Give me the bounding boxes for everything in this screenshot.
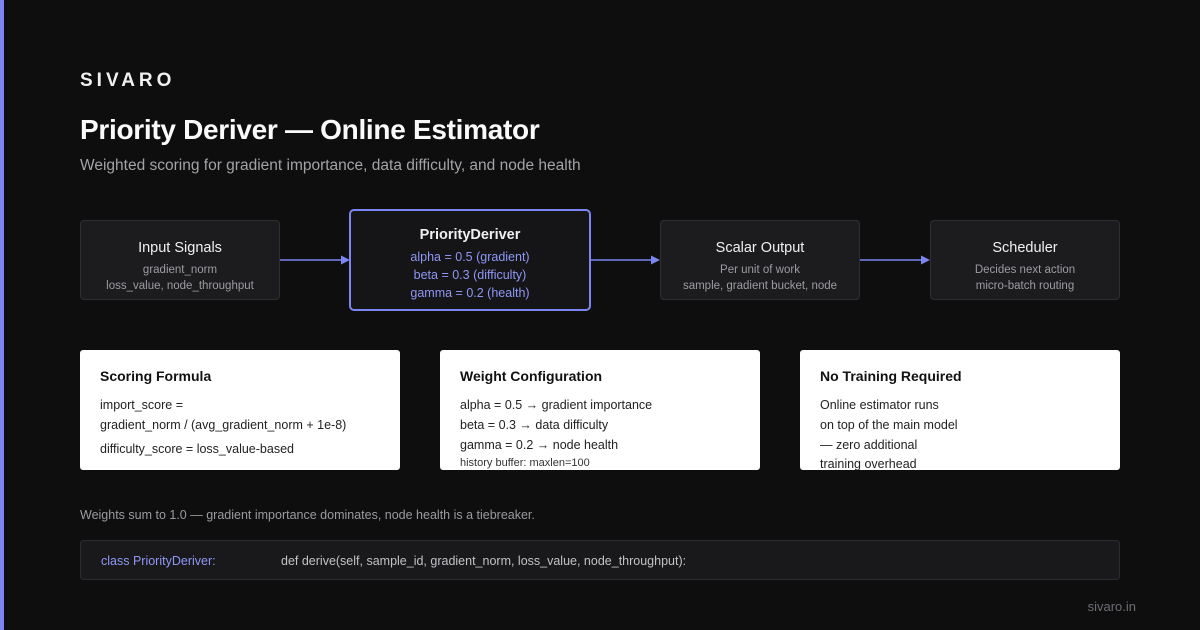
priority-deriver-box: PriorityDeriver alpha = 0.5 (gradient) b… — [349, 209, 591, 311]
scalar-output-box: Scalar Output Per unit of work sample, g… — [660, 220, 860, 300]
formula-line: difficulty_score = loss_value-based — [100, 442, 294, 456]
training-line: on top of the main model — [820, 418, 958, 432]
scheduler-box: Scheduler Decides next action micro-batc… — [930, 220, 1120, 300]
page-subtitle: Weighted scoring for gradient importance… — [80, 157, 581, 174]
input-signals-box: Input Signals gradient_norm loss_value, … — [80, 220, 280, 300]
no-training-card: No Training Required Online estimator ru… — [800, 350, 1120, 470]
history-buffer-line: history buffer: maxlen=100 — [460, 457, 590, 469]
weight-line: alpha = 0.5 → gradient importance — [460, 398, 653, 412]
class-declaration: class PriorityDeriver: — [101, 554, 216, 568]
weight-line: gamma = 0.2 → node health — [460, 438, 619, 452]
gamma-weight-line: gamma = 0.2 (health) — [410, 286, 530, 300]
weight-line: beta = 0.3 → data difficulty — [460, 418, 609, 432]
weight-configuration-card: Weight Configuration alpha = 0.5 → gradi… — [440, 350, 760, 470]
input-signals-line: gradient_norm — [142, 264, 218, 276]
brand-logo-text: SIVARO — [80, 70, 176, 91]
scheduler-line: micro-batch routing — [975, 280, 1075, 292]
scoring-formula-title: Scoring Formula — [100, 368, 212, 384]
scheduler-line: Decides next action — [974, 264, 1076, 276]
formula-line: gradient_norm / (avg_gradient_norm + 1e-… — [100, 418, 347, 432]
code-snippet: class PriorityDeriver: def derive(self, … — [80, 540, 1120, 580]
formula-line: import_score = — [100, 398, 184, 412]
training-line: training overhead — [820, 457, 917, 470]
scalar-output-title: Scalar Output — [715, 240, 805, 256]
input-signals-line: loss_value, node_throughput — [106, 280, 254, 292]
no-training-title: No Training Required — [820, 368, 962, 384]
flow-arrows — [280, 255, 930, 265]
scoring-formula-card: Scoring Formula import_score = gradient_… — [80, 350, 400, 470]
training-line: Online estimator runs — [820, 398, 939, 412]
priority-deriver-title: PriorityDeriver — [419, 227, 521, 243]
page-title: Priority Deriver — Online Estimator — [80, 114, 540, 145]
weight-configuration-title: Weight Configuration — [460, 368, 603, 384]
arrowhead-deriver-to-output — [651, 255, 660, 265]
arrowhead-output-to-scheduler — [921, 255, 930, 265]
beta-weight-line: beta = 0.3 (difficulty) — [413, 268, 527, 282]
training-line: — zero additional — [820, 438, 918, 452]
weights-note: Weights sum to 1.0 — gradient importance… — [80, 508, 535, 522]
footer-url: sivaro.in — [1087, 599, 1136, 614]
alpha-weight-line: alpha = 0.5 (gradient) — [410, 250, 530, 264]
method-signature: def derive(self, sample_id, gradient_nor… — [281, 554, 687, 568]
scalar-output-line: sample, gradient bucket, node — [682, 280, 838, 292]
scalar-output-line: Per unit of work — [720, 264, 800, 276]
scheduler-title: Scheduler — [992, 240, 1058, 256]
input-signals-title: Input Signals — [138, 240, 222, 256]
accent-bar — [0, 0, 4, 630]
